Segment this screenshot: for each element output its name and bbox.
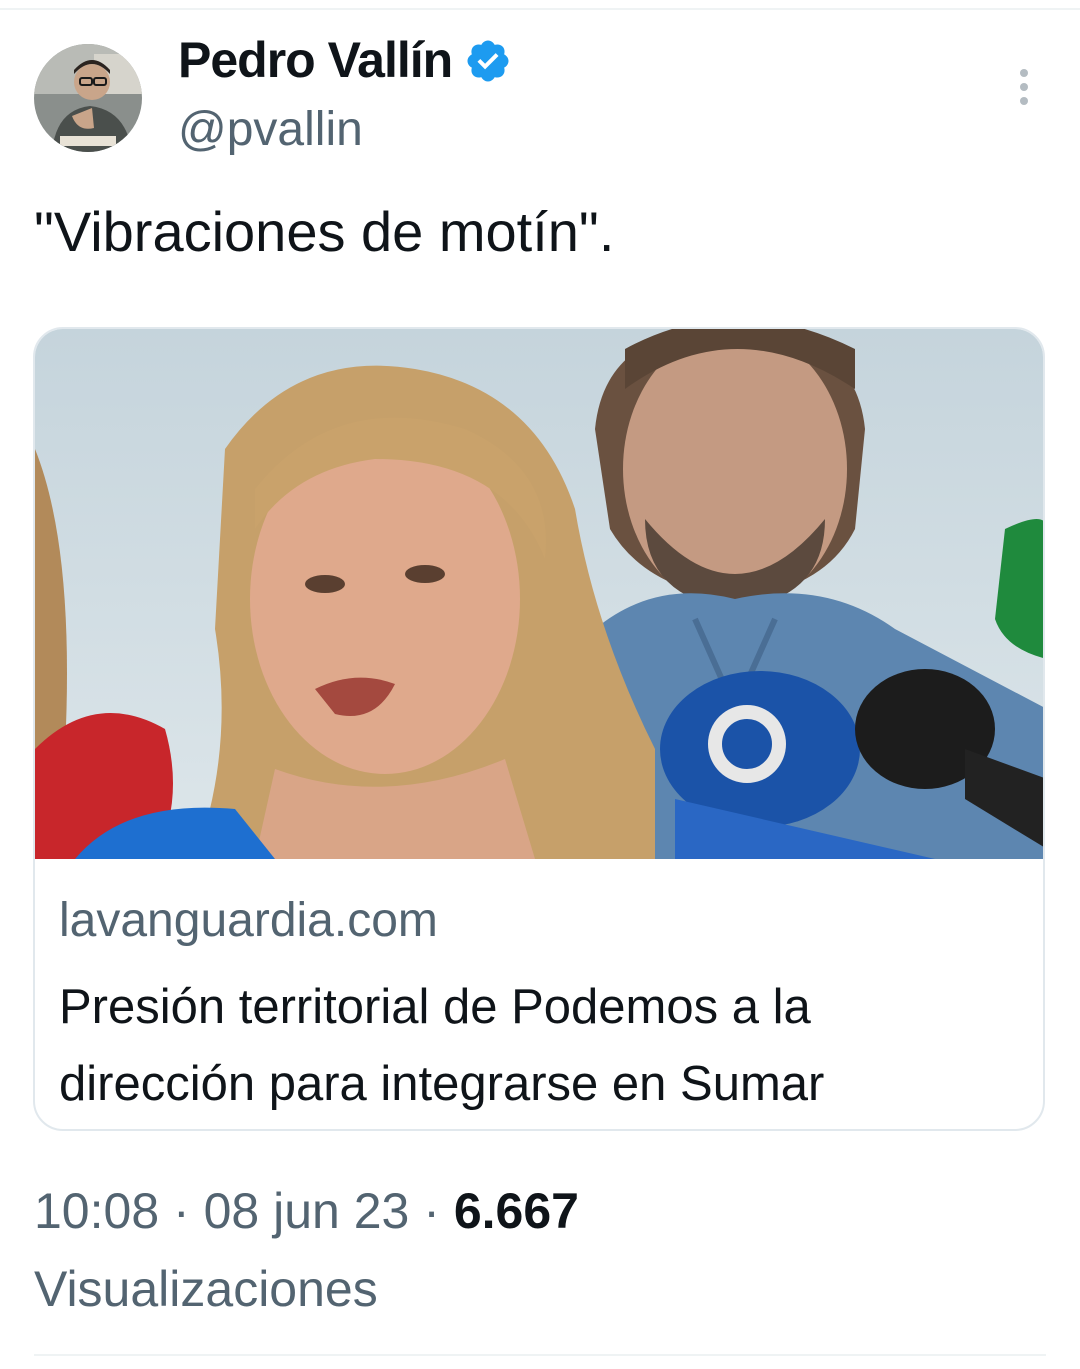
bottom-divider [34,1354,1046,1356]
author-handle[interactable]: @pvallin [178,100,363,160]
meta-separator: · [173,1183,190,1239]
tweet-meta: 10:08 · 08 jun 23 · 6.667 Visualizacione… [34,1172,1044,1328]
author-avatar[interactable] [34,44,142,152]
more-dots-icon [1017,67,1031,112]
tweet-time[interactable]: 10:08 [34,1183,159,1239]
verified-badge-icon [464,36,512,84]
author-name-row[interactable]: Pedro Vallín [178,28,512,92]
tweet-date[interactable]: 08 jun 23 [204,1183,410,1239]
card-photo [35,329,1043,859]
link-preview-card[interactable]: lavanguardia.com Presión territorial de … [33,327,1045,1131]
card-domain: lavanguardia.com [59,894,438,947]
tweet-text: "Vibraciones de motín". [34,200,615,263]
more-options-button[interactable] [1004,64,1044,114]
author-name[interactable]: Pedro Vallín [178,28,453,92]
views-label[interactable]: Visualizaciones [34,1261,378,1317]
top-divider [0,8,1080,10]
meta-separator: · [423,1183,440,1239]
views-count[interactable]: 6.667 [454,1183,579,1239]
card-title: Presión territorial de Podemos a la dire… [59,980,825,1111]
